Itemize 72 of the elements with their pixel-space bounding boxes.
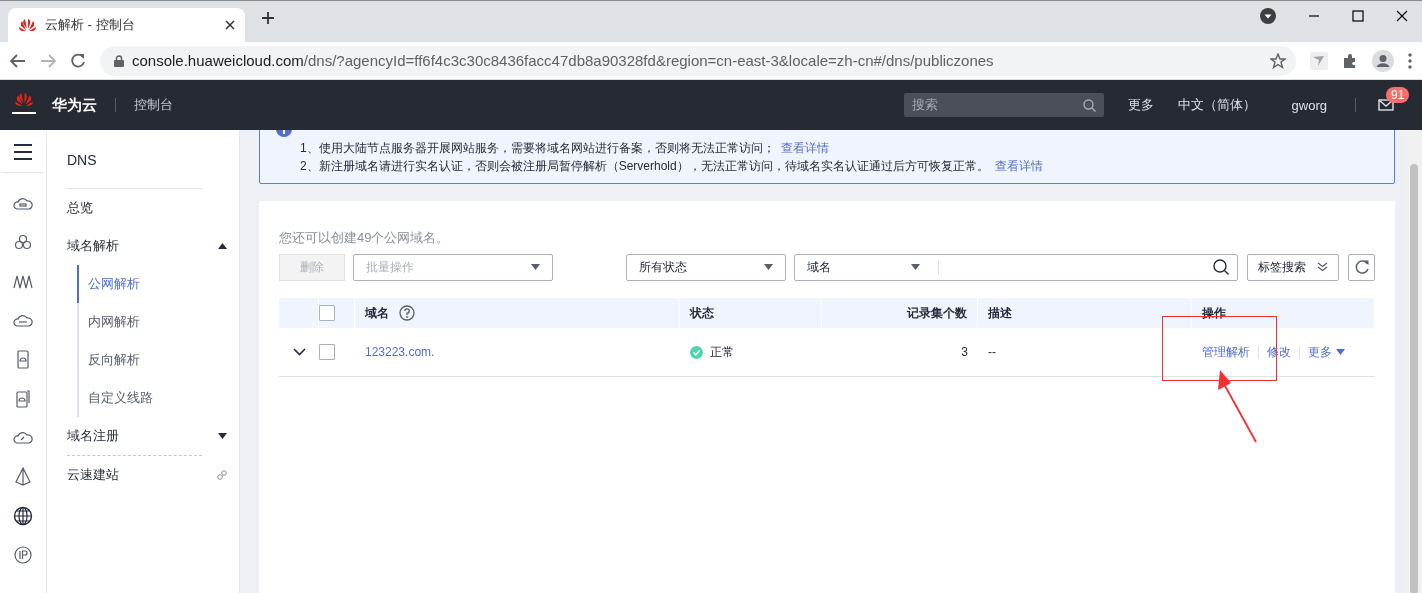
extension-icon[interactable] bbox=[1310, 51, 1328, 70]
details-link[interactable]: 查看详情 bbox=[994, 159, 1043, 173]
device-icon[interactable] bbox=[13, 389, 33, 409]
action-link[interactable]: 更多 bbox=[1308, 343, 1345, 361]
notice-text: 1、使用大陆节点服务器开展网站服务，需要将域名网站进行备案，否则将无法正常访问； 查看详情 bbox=[300, 140, 830, 157]
quota-text: 您还可以创建49个公网域名。 bbox=[279, 229, 451, 245]
caret-down-icon bbox=[764, 264, 773, 270]
sidebar-item[interactable]: 域名解析 bbox=[67, 227, 227, 265]
sidebar-item[interactable]: 反向解析 bbox=[77, 341, 227, 379]
search-field[interactable]: 搜索 bbox=[903, 93, 1104, 117]
caret-down-icon bbox=[218, 433, 227, 439]
search-icon[interactable] bbox=[1213, 259, 1229, 275]
sidebar-item[interactable]: 内网解析 bbox=[77, 303, 227, 341]
url-text: console.huaweicloud.com/dns/?agencyId=ff6f4c3c30c8436facc47db8a90328fd&region=cn-east-3&locale=zh-cn#/dns/publiczones bbox=[132, 52, 994, 69]
more-icon[interactable] bbox=[1408, 52, 1412, 69]
avatar-icon[interactable] bbox=[1372, 49, 1394, 72]
table-cell: -- bbox=[988, 345, 996, 359]
brand-name: 华为云 bbox=[52, 95, 97, 115]
menu-icon[interactable] bbox=[14, 144, 32, 160]
caret-down-icon bbox=[531, 264, 540, 270]
status-text: 正常 bbox=[710, 343, 734, 361]
lock-icon bbox=[114, 54, 124, 67]
mail-icon[interactable] bbox=[1378, 99, 1394, 111]
reload-icon[interactable] bbox=[70, 52, 86, 69]
globe-icon[interactable] bbox=[13, 506, 33, 526]
column-header: 描述 bbox=[988, 304, 1012, 322]
star-icon[interactable] bbox=[1270, 52, 1286, 69]
header-link[interactable]: 更多 bbox=[1127, 96, 1154, 114]
caret-down-icon bbox=[911, 264, 920, 270]
new-tab-icon[interactable] bbox=[261, 10, 275, 25]
checkbox[interactable] bbox=[319, 305, 335, 321]
notice-text: 2、新注册域名请进行实名认证，否则会被注册局暂停解析（Serverhold），无法正常访问，待域名实名认证通过后方可恢复正常。 查看详情 bbox=[300, 158, 1044, 175]
sidebar-item[interactable]: 总览 bbox=[67, 189, 227, 227]
sidebar-item[interactable]: 云速建站 bbox=[67, 456, 227, 494]
action-link[interactable]: 管理解析 bbox=[1202, 343, 1250, 361]
scrollbar[interactable] bbox=[1405, 130, 1422, 593]
header-link[interactable]: 中文（简体） bbox=[1177, 96, 1256, 114]
double-chevron-icon bbox=[1317, 262, 1328, 272]
status-dropdown[interactable]: 所有状态 bbox=[626, 253, 786, 281]
refresh-icon bbox=[1353, 259, 1370, 275]
browser-tab[interactable]: 云解析 - 控制台 bbox=[8, 8, 245, 42]
domain-link[interactable]: 123223.com. bbox=[365, 345, 435, 359]
sidebar-item[interactable]: 自定义线路 bbox=[77, 379, 227, 417]
column-header: 记录集个数 bbox=[907, 304, 967, 322]
chevron-down-icon[interactable] bbox=[292, 348, 306, 356]
ip-icon[interactable] bbox=[13, 545, 33, 565]
scrollbar-thumb[interactable] bbox=[1409, 164, 1418, 593]
search-field[interactable]: 域名 bbox=[794, 253, 1238, 281]
checkbox[interactable] bbox=[319, 344, 335, 360]
section-title: DNS bbox=[67, 130, 202, 189]
close-icon[interactable] bbox=[1396, 10, 1408, 22]
column-header: 状态 bbox=[690, 304, 714, 322]
table-cell: 3 bbox=[961, 345, 968, 359]
dropdown-icon[interactable] bbox=[1260, 8, 1276, 24]
close-icon[interactable] bbox=[225, 20, 235, 30]
pyramid-icon[interactable] bbox=[13, 467, 33, 487]
count-badge: 91 bbox=[1386, 87, 1410, 103]
header-link[interactable]: gworg bbox=[1291, 97, 1327, 113]
tag-search-button[interactable]: 标签搜索 bbox=[1247, 253, 1339, 281]
details-link[interactable]: 查看详情 bbox=[780, 141, 829, 155]
sidebar-item[interactable]: 公网解析 bbox=[77, 265, 227, 303]
puzzle-icon[interactable] bbox=[1342, 52, 1358, 69]
maximize-icon[interactable] bbox=[1352, 10, 1364, 22]
sidebar-item[interactable]: 域名注册 bbox=[67, 417, 227, 455]
logo-icon bbox=[18, 18, 37, 32]
address-bar[interactable]: console.huaweicloud.com/dns/?agencyId=ff6f4c3c30c8436facc47db8a90328fd&region=cn-east-3&locale=zh-cn#/dns/publiczones bbox=[100, 45, 1296, 76]
console-link[interactable]: 控制台 bbox=[134, 96, 173, 114]
refresh-button[interactable] bbox=[1348, 253, 1375, 281]
caret-up-icon bbox=[218, 243, 227, 249]
help-icon[interactable] bbox=[399, 305, 415, 321]
column-header: 域名 bbox=[365, 304, 389, 322]
back-icon[interactable] bbox=[10, 53, 26, 68]
